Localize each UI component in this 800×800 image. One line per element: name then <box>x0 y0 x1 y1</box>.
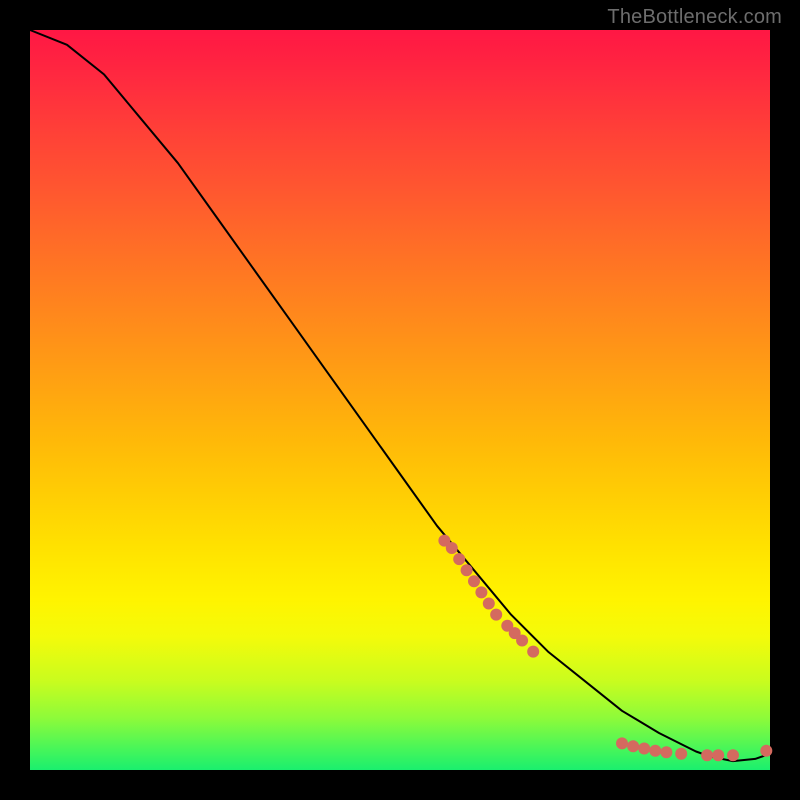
data-point <box>760 745 772 757</box>
data-point <box>627 740 639 752</box>
data-point <box>727 749 739 761</box>
data-point <box>475 586 487 598</box>
data-point <box>616 737 628 749</box>
data-point <box>453 553 465 565</box>
data-point <box>490 609 502 621</box>
data-point <box>527 646 539 658</box>
plot-area <box>30 30 770 770</box>
data-point <box>483 598 495 610</box>
bottleneck-curve <box>30 30 770 761</box>
data-point <box>660 746 672 758</box>
data-point <box>701 749 713 761</box>
chart-frame: TheBottleneck.com <box>0 0 800 800</box>
data-point <box>461 564 473 576</box>
data-point <box>638 743 650 755</box>
data-point <box>446 542 458 554</box>
watermark-text: TheBottleneck.com <box>607 6 782 29</box>
data-point <box>712 749 724 761</box>
curve-svg <box>30 30 770 770</box>
data-point <box>675 748 687 760</box>
data-point <box>649 745 661 757</box>
data-point <box>468 575 480 587</box>
data-point <box>516 635 528 647</box>
dot-group <box>438 535 772 762</box>
